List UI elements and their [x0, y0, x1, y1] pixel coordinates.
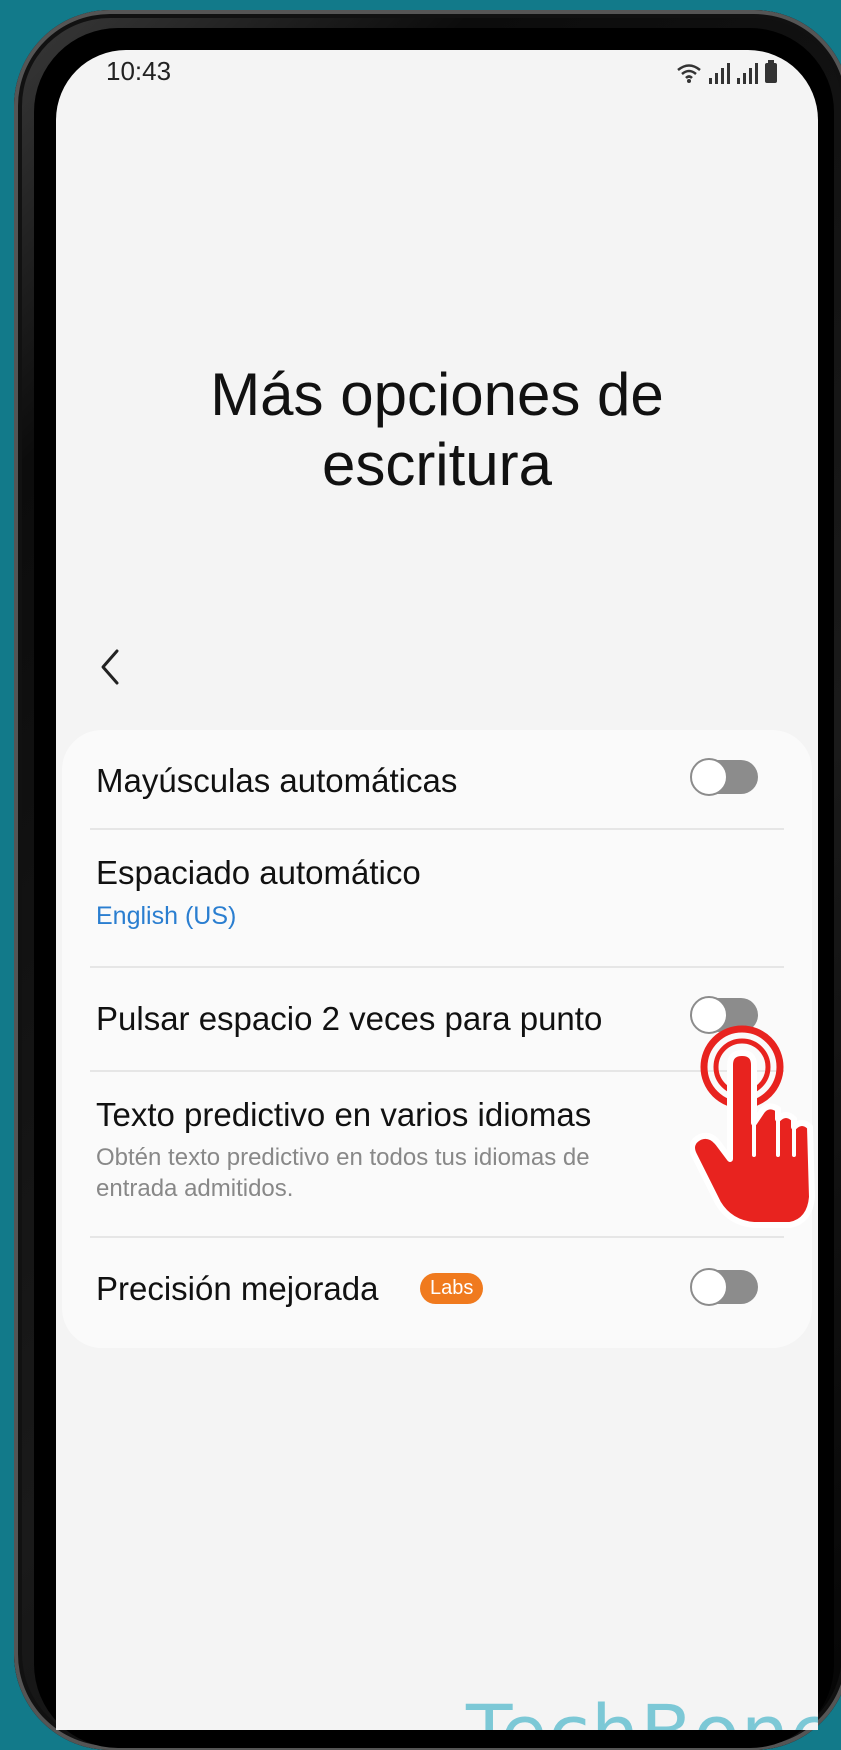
auto-capitalize-toggle[interactable] [690, 758, 758, 796]
setting-title: Pulsar espacio 2 veces para punto [96, 1000, 603, 1037]
status-time: 10:43 [106, 56, 172, 86]
setting-title: Precisión mejorada [96, 1270, 379, 1307]
back-arrow-icon [101, 649, 119, 685]
setting-subtitle: English (US) [96, 902, 237, 930]
setting-row-improved-precision[interactable]: Precisión mejorada Labs [62, 1238, 812, 1346]
phone-screen: 10:43 Más opciones de escritura Mayúscul… [56, 50, 818, 1730]
back-button[interactable] [88, 642, 132, 692]
battery-icon [764, 60, 778, 84]
page-title: Más opciones de escritura [56, 360, 818, 500]
wifi-icon [676, 62, 702, 84]
watermark: TechBone [466, 1688, 818, 1730]
labs-badge: Labs [420, 1273, 484, 1304]
signal-icon [708, 62, 730, 84]
page-title-line2: escritura [321, 431, 553, 499]
improved-precision-toggle[interactable] [690, 1268, 758, 1306]
setting-title: Texto predictivo en varios idiomas [96, 1096, 592, 1133]
signal-icon-2 [736, 62, 758, 84]
toggle-knob [690, 758, 728, 796]
setting-title: Mayúsculas automáticas [96, 762, 458, 799]
status-bar: 10:43 [56, 50, 818, 100]
setting-description: Obtén texto predictivo en todos tus idio… [96, 1144, 590, 1202]
toggle-knob [690, 1268, 728, 1306]
tap-hand-icon [690, 1025, 815, 1228]
setting-title: Espaciado automático [96, 854, 421, 891]
setting-row-auto-spacing[interactable]: Espaciado automático English (US) [62, 830, 812, 964]
status-icons [676, 58, 778, 84]
page-title-line1: Más opciones de [210, 361, 664, 429]
setting-row-auto-capitalize[interactable]: Mayúsculas automáticas [62, 730, 812, 828]
